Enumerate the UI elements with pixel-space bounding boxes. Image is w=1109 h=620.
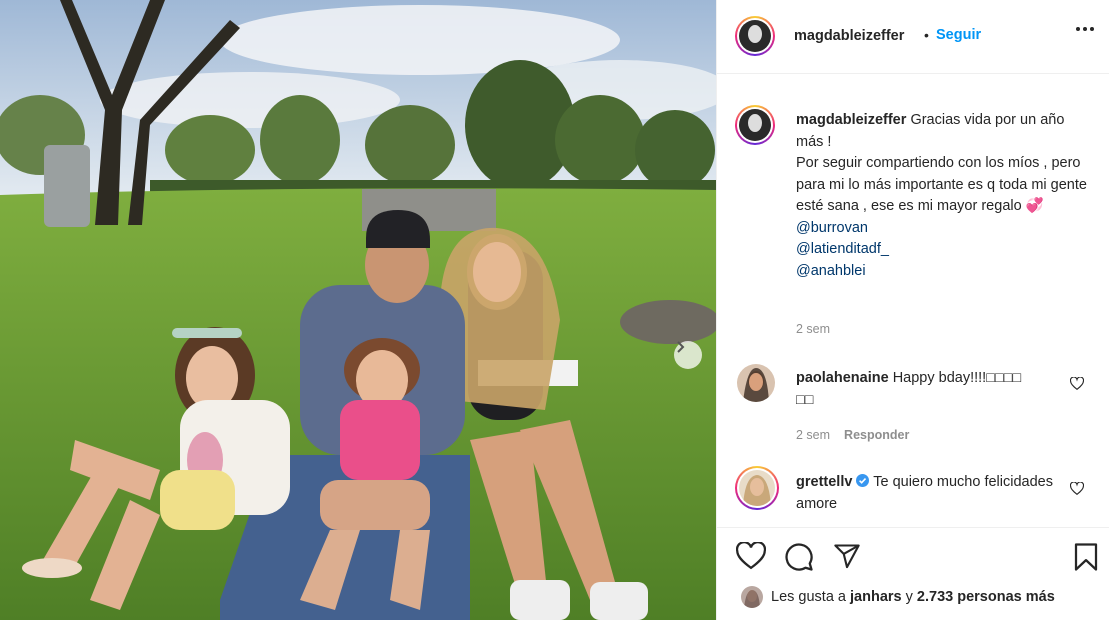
- caption-author-avatar[interactable]: [735, 105, 775, 145]
- likes-conjunction: y: [905, 589, 913, 605]
- mention-latienditadf[interactable]: @latienditadf_: [796, 239, 1091, 261]
- follow-dot: •: [924, 27, 929, 43]
- like-comment-2-heart-icon[interactable]: [1070, 482, 1084, 495]
- caption-username[interactable]: magdableizeffer: [796, 112, 906, 128]
- chevron-right-icon: [677, 341, 685, 353]
- comment-1: paolahenaine Happy bday!!!!□□□□ □□: [796, 368, 1056, 411]
- author-photo: [739, 20, 771, 52]
- caption-time[interactable]: 2 sem: [796, 322, 830, 336]
- bookmark-icon[interactable]: [1073, 542, 1099, 572]
- post-photo[interactable]: [0, 0, 716, 620]
- post-side-panel: magdableizeffer • Seguir magdableizeffer…: [716, 0, 1109, 620]
- paper-plane-icon[interactable]: [832, 542, 862, 570]
- comment-1-time[interactable]: 2 sem: [796, 428, 830, 442]
- hearts-emoji: 💞: [1025, 198, 1044, 214]
- liker-username[interactable]: janhars: [850, 589, 902, 605]
- commenter-2-photo: [739, 470, 775, 506]
- liker-avatar[interactable]: [741, 586, 763, 608]
- more-options-icon[interactable]: [1076, 27, 1094, 31]
- comment-1-text: Happy bday!!!!: [892, 370, 987, 386]
- likes-count[interactable]: 2.733 personas más: [917, 589, 1055, 605]
- post-header: magdableizeffer • Seguir: [717, 0, 1109, 74]
- park-family-image: [0, 0, 716, 620]
- comments-section: magdableizeffer Gracias vida por un año …: [717, 74, 1109, 526]
- verified-badge-icon: [856, 474, 870, 487]
- commenter-photo: [737, 364, 775, 402]
- likes-prefix: Les gusta a: [771, 589, 846, 605]
- comment-2-username[interactable]: grettellv: [796, 474, 852, 490]
- comment-1-username[interactable]: paolahenaine: [796, 370, 889, 386]
- author-username[interactable]: magdableizeffer: [794, 28, 904, 44]
- follow-button[interactable]: Seguir: [936, 27, 981, 43]
- commenter-2-avatar[interactable]: [735, 466, 779, 510]
- author-avatar[interactable]: [735, 16, 775, 56]
- reply-button[interactable]: Responder: [844, 428, 909, 442]
- comment-1-meta: 2 sem Responder: [796, 428, 909, 442]
- liker-photo: [741, 586, 763, 608]
- mention-anahblei[interactable]: @anahblei: [796, 261, 1091, 283]
- caption-author-photo: [739, 109, 771, 141]
- caption: magdableizeffer Gracias vida por un año …: [796, 110, 1091, 282]
- action-bar: Les gusta a janhars y 2.733 personas más: [717, 527, 1109, 620]
- mention-burrovan[interactable]: @burrovan: [796, 218, 1091, 240]
- like-comment-1-heart-icon[interactable]: [1070, 377, 1084, 390]
- comment-2: grettellv Te quiero mucho felicidades am…: [796, 472, 1056, 515]
- next-photo-button[interactable]: [674, 341, 702, 369]
- commenter-avatar[interactable]: [737, 364, 775, 402]
- comment-1-emojis-2: □□: [796, 391, 814, 408]
- comment-1-emojis: □□□□: [986, 370, 1022, 386]
- likes-summary: Les gusta a janhars y 2.733 personas más: [741, 586, 1055, 608]
- comment-icon[interactable]: [784, 542, 814, 572]
- heart-icon[interactable]: [736, 542, 766, 570]
